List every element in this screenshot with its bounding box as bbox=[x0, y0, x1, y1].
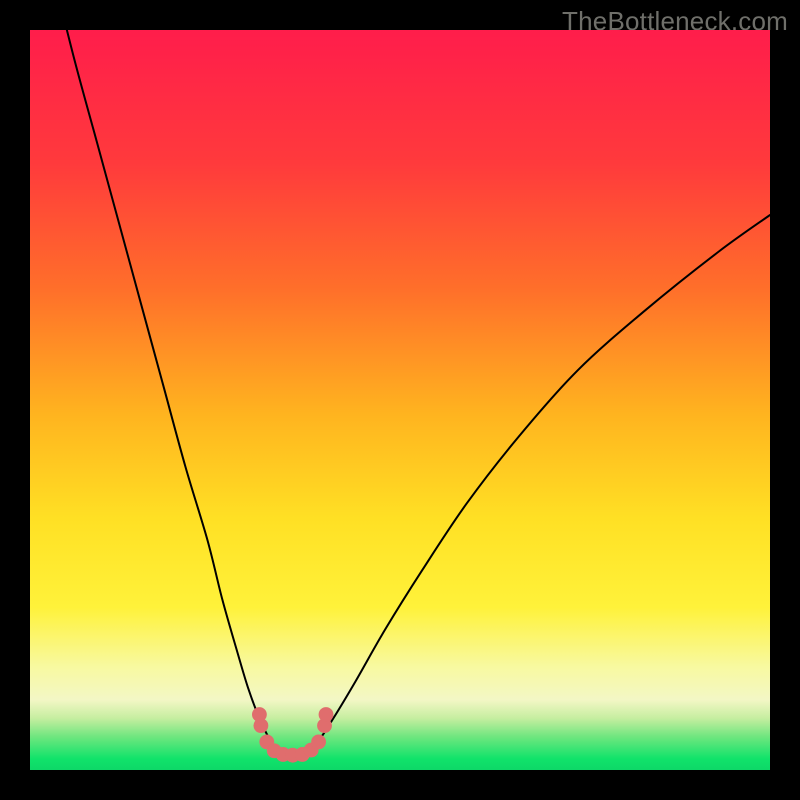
curve-markers bbox=[252, 707, 333, 763]
bottleneck-curve bbox=[30, 30, 770, 755]
curve-marker bbox=[311, 734, 326, 749]
plot-area bbox=[30, 30, 770, 770]
curve-marker bbox=[319, 707, 334, 722]
chart-frame: TheBottleneck.com bbox=[0, 0, 800, 800]
chart-svg bbox=[30, 30, 770, 770]
curve-marker bbox=[253, 718, 268, 733]
